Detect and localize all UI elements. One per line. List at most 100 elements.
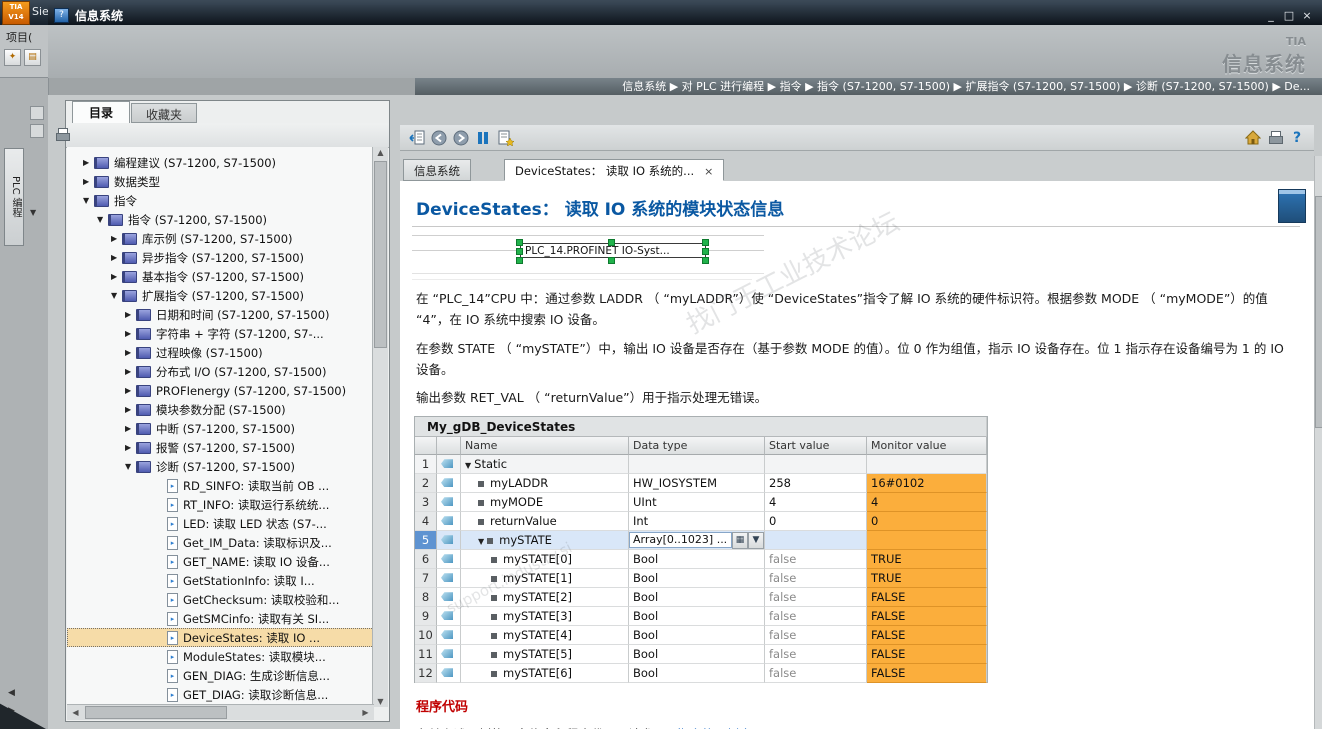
row-expand-icon[interactable]: ▼ <box>478 537 484 546</box>
tree-item[interactable]: ▶ 异步指令 (S7-1200, S7-1500) <box>67 248 374 267</box>
tree-item[interactable]: ▼ 诊断 (S7-1200, S7-1500) <box>67 457 374 476</box>
tree-item[interactable]: ▸ GetChecksum: 读取校验和... <box>67 590 374 609</box>
collapse-arrow-icon[interactable]: ▼ <box>111 291 122 300</box>
expand-arrow-icon[interactable]: ▶ <box>111 253 122 262</box>
value-icon <box>491 595 497 602</box>
tree-item[interactable]: ▸ Get_IM_Data: 读取标识及... <box>67 533 374 552</box>
monitorvalue-cell: FALSE <box>867 626 987 646</box>
forward-icon[interactable] <box>450 128 472 148</box>
collapse-arrow-icon[interactable]: ▼ <box>125 462 136 471</box>
tree-item[interactable]: ▶ 报警 (S7-1200, S7-1500) <box>67 438 374 457</box>
tree-item[interactable]: ▸ GetStationInfo: 读取 I... <box>67 571 374 590</box>
tree-item[interactable]: ▶ 中断 (S7-1200, S7-1500) <box>67 419 374 438</box>
tree-item[interactable]: ▸ GET_NAME: 读取 IO 设备... <box>67 552 374 571</box>
maximize-button[interactable]: □ <box>1280 9 1298 22</box>
expand-arrow-icon[interactable]: ▶ <box>125 443 136 452</box>
tree-item[interactable]: ▸ DeviceStates: 读取 IO ... <box>67 628 374 647</box>
tree-item[interactable]: ▼ 指令 (S7-1200, S7-1500) <box>67 210 374 229</box>
tree-item[interactable]: ▶ 数据类型 <box>67 172 374 191</box>
tab-info-system[interactable]: 信息系统 <box>403 159 471 181</box>
datatype-dropdown-button[interactable]: ▼ <box>748 531 764 549</box>
expand-arrow-icon[interactable]: ▶ <box>125 367 136 376</box>
expand-arrow-icon[interactable]: ▶ <box>125 348 136 357</box>
tree-item[interactable]: ▸ ModuleStates: 读取模块... <box>67 647 374 666</box>
plc-programming-vertical-tab[interactable]: PLC 编程 <box>4 148 24 246</box>
value-icon <box>491 614 497 621</box>
tree-item[interactable]: ▸ LED: 读取 LED 状态 (S7-... <box>67 514 374 533</box>
tab-catalog[interactable]: 目录 <box>72 101 130 123</box>
expand-arrow-icon[interactable]: ▶ <box>83 158 94 167</box>
name-cell: mySTATE[3] <box>461 607 629 627</box>
expand-arrow-icon[interactable]: ▶ <box>125 329 136 338</box>
tab-favorites[interactable]: 收藏夹 <box>131 103 197 123</box>
tree-item[interactable]: ▶ PROFIenergy (S7-1200, S7-1500) <box>67 381 374 400</box>
tree-vertical-scrollbar[interactable]: ▲ ▼ <box>372 147 388 707</box>
array-browse-button[interactable]: ▦ <box>732 531 748 549</box>
tree-item[interactable]: ▼ 扩展指令 (S7-1200, S7-1500) <box>67 286 374 305</box>
collapse-arrow-icon[interactable]: ▼ <box>97 215 108 224</box>
collapse-arrow-icon[interactable]: ▼ <box>83 196 94 205</box>
scroll-right-icon[interactable]: ▶ <box>358 708 373 717</box>
scroll-thumb[interactable] <box>1315 196 1322 428</box>
tab-devicestates[interactable]: DeviceStates： 读取 IO 系统的... × <box>504 159 725 181</box>
tree-item[interactable]: ▶ 过程映像 (S7-1500) <box>67 343 374 362</box>
tree-item[interactable]: ▶ 编程建议 (S7-1200, S7-1500) <box>67 153 374 172</box>
value-icon <box>491 671 497 678</box>
rail-icon[interactable] <box>30 124 44 138</box>
startvalue-cell: false <box>765 588 867 608</box>
monitorvalue-cell: 16#0102 <box>867 474 987 494</box>
scroll-thumb[interactable] <box>374 161 387 348</box>
tree-item[interactable]: ▸ RT_INFO: 读取运行系统统... <box>67 495 374 514</box>
tree-item[interactable]: ▼ 指令 <box>67 191 374 210</box>
expand-arrow-icon[interactable]: ▶ <box>111 272 122 281</box>
pause-icon[interactable] <box>472 128 494 148</box>
tree-item[interactable]: ▸ GEN_DIAG: 生成诊断信息... <box>67 666 374 685</box>
scroll-up-icon[interactable]: ▲ <box>373 148 388 157</box>
scroll-left-icon[interactable]: ◀ <box>68 708 83 717</box>
back-icon[interactable] <box>428 128 450 148</box>
expand-arrow-icon[interactable]: ▶ <box>125 310 136 319</box>
tree-item[interactable]: ▶ 基本指令 (S7-1200, S7-1500) <box>67 267 374 286</box>
breadcrumb[interactable]: 信息系统 ▶ 对 PLC 进行编程 ▶ 指令 ▶ 指令 (S7-1200, S7… <box>415 78 1322 95</box>
expand-arrow-icon[interactable]: ▶ <box>125 424 136 433</box>
tree-item[interactable]: ▸ RD_SINFO: 读取当前 OB ... <box>67 476 374 495</box>
rail-caret-icon[interactable]: ▼ <box>30 208 36 217</box>
close-button[interactable]: × <box>1298 9 1316 22</box>
print-topic-icon[interactable] <box>54 128 70 142</box>
tree-horizontal-scrollbar[interactable]: ◀ ▶ <box>67 704 374 720</box>
tag-icon <box>441 535 453 545</box>
row-expand-icon[interactable]: ▼ <box>465 461 471 470</box>
tab-close-icon[interactable]: × <box>704 165 713 178</box>
project-menu-item[interactable]: 项目( <box>6 29 32 45</box>
tree-item[interactable]: ▶ 库示例 (S7-1200, S7-1500) <box>67 229 374 248</box>
scroll-down-icon[interactable]: ▼ <box>373 697 388 706</box>
print-icon[interactable] <box>1264 128 1286 148</box>
book-icon <box>136 403 151 416</box>
expand-arrow-icon[interactable]: ▶ <box>125 405 136 414</box>
home-icon[interactable] <box>1242 128 1264 148</box>
tree-item[interactable]: ▶ 模块参数分配 (S7-1500) <box>67 400 374 419</box>
tia-portal-logo: TIA V14 <box>2 1 30 25</box>
expand-arrow-icon[interactable]: ▶ <box>83 177 94 186</box>
tree-item[interactable]: ▶ 字符串 + 字符 (S7-1200, S7-... <box>67 324 374 343</box>
expand-arrow-icon[interactable]: ▶ <box>111 234 122 243</box>
datatype-input[interactable]: Array[0..1023] ... <box>629 532 732 549</box>
scroll-thumb[interactable] <box>85 706 227 719</box>
add-to-favorites-icon[interactable] <box>494 128 516 148</box>
collapse-left-icon[interactable]: ◀ <box>8 688 15 698</box>
value-icon <box>487 538 494 545</box>
minimize-button[interactable]: _ <box>1262 9 1280 22</box>
open-project-icon[interactable]: ▤ <box>24 49 41 66</box>
content-vertical-scrollbar[interactable] <box>1314 156 1322 729</box>
rail-icon[interactable] <box>30 106 44 120</box>
book-icon <box>136 441 151 454</box>
tree-item[interactable]: ▸ GetSMCinfo: 读取有关 SI... <box>67 609 374 628</box>
new-project-icon[interactable]: ✦ <box>4 49 21 66</box>
help-icon[interactable]: ? <box>1286 128 1308 148</box>
expand-arrow-icon[interactable]: ▶ <box>125 386 136 395</box>
sync-contents-icon[interactable] <box>406 128 428 148</box>
window-titlebar[interactable]: ? 信息系统 _ □ × <box>48 5 1322 25</box>
tree-item[interactable]: ▶ 日期和时间 (S7-1200, S7-1500) <box>67 305 374 324</box>
tree-item[interactable]: ▸ GET_DIAG: 读取诊断信息... <box>67 685 374 704</box>
tree-item[interactable]: ▶ 分布式 I/O (S7-1200, S7-1500) <box>67 362 374 381</box>
